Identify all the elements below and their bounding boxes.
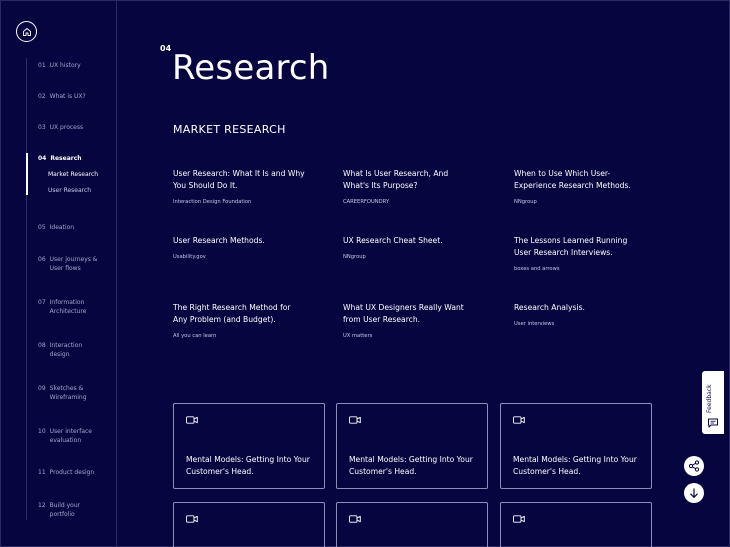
nav-label: Product design: [49, 469, 95, 476]
video-camera-icon: [349, 416, 361, 424]
video-card[interactable]: Mental Models: Getting Into Your Custome…: [173, 403, 325, 489]
article-source: All you can learn: [173, 333, 217, 339]
nav-label: Build your portfolio: [49, 502, 81, 518]
sidebar-item-product-design[interactable]: 11 Product design: [38, 468, 114, 477]
nav-number: 12: [38, 502, 46, 509]
home-button[interactable]: [16, 21, 37, 42]
page-title: Research: [172, 48, 330, 88]
nav-label: Research: [50, 155, 82, 162]
sidebar-item-interaction-design[interactable]: 08 Interaction design: [38, 341, 114, 359]
article-title: The Lessons Learned Running User Researc…: [514, 236, 628, 257]
sidebar-progress-track: [26, 58, 27, 520]
sidebar-item-what-is-ux[interactable]: 02 What is UX?: [38, 92, 114, 101]
video-card[interactable]: [336, 502, 488, 547]
nav-number: 01: [38, 62, 46, 69]
feedback-tab[interactable]: Feedback: [702, 371, 724, 434]
article-link[interactable]: Research Analysis. User interviews: [514, 302, 674, 327]
article-title: User Research: What It Is and Why You Sh…: [173, 169, 305, 190]
article-source: User interviews: [514, 321, 555, 327]
article-link[interactable]: The Lessons Learned Running User Researc…: [514, 235, 674, 272]
nav-label: UX history: [49, 62, 81, 69]
nav-number: 09: [38, 385, 46, 392]
nav-number: 08: [38, 342, 46, 349]
sidebar-item-build-portfolio[interactable]: 12 Build your portfolio: [38, 501, 114, 519]
arrow-down-icon: [690, 488, 698, 499]
nav-number: 04: [38, 155, 47, 162]
home-icon: [22, 27, 31, 36]
article-title: User Research Methods.: [173, 236, 265, 245]
nav-label: Ideation: [49, 224, 75, 231]
feedback-label: Feedback: [706, 384, 713, 413]
article-link[interactable]: User Research Methods. Usability.gov: [173, 235, 333, 260]
sidebar-item-sketches-wireframing[interactable]: 09 Sketches & Wireframing: [38, 384, 114, 402]
article-source: NNgroup: [514, 199, 537, 205]
nav-number: 07: [38, 299, 46, 306]
sidebar-item-research[interactable]: 04 Research: [38, 154, 114, 163]
sidebar-progress-active: [26, 153, 28, 195]
section-subtitle: MARKET RESEARCH: [173, 123, 286, 136]
video-title: Mental Models: Getting Into Your Custome…: [349, 455, 473, 476]
article-source: boxes and arrows: [514, 266, 560, 272]
article-source: CAREERFOUNDRY: [343, 199, 390, 205]
nav-number: 11: [38, 469, 46, 476]
sidebar-item-user-journeys[interactable]: 06 User journeys & User flows: [38, 255, 114, 273]
video-card[interactable]: Mental Models: Getting Into Your Custome…: [500, 403, 652, 489]
nav-number: 06: [38, 256, 46, 263]
video-camera-icon: [513, 416, 525, 424]
video-card[interactable]: Mental Models: Getting Into Your Custome…: [336, 403, 488, 489]
nav-number: 03: [38, 124, 46, 131]
article-source: Usability.gov: [173, 254, 206, 260]
article-title: What Is User Research, And What's Its Pu…: [343, 169, 449, 190]
section-number: 04: [160, 44, 172, 53]
article-link[interactable]: What UX Designers Really Want from User …: [343, 302, 503, 339]
share-icon: [688, 460, 700, 472]
nav-label: Information Architecture: [49, 299, 87, 315]
video-camera-icon: [349, 515, 361, 523]
share-button[interactable]: [684, 456, 704, 476]
sidebar-subitem-market-research[interactable]: Market Research: [48, 171, 98, 178]
article-title: When to Use Which User-Experience Resear…: [514, 169, 631, 190]
article-source: Interaction Design Foundation: [173, 199, 252, 205]
nav-label: UX process: [49, 124, 84, 131]
article-source: UX matters: [343, 333, 373, 339]
sidebar-item-information-architecture[interactable]: 07 Information Architecture: [38, 298, 114, 316]
nav-number: 10: [38, 428, 46, 435]
sidebar-item-ux-process[interactable]: 03 UX process: [38, 123, 114, 132]
sidebar-divider: [116, 0, 117, 547]
article-title: What UX Designers Really Want from User …: [343, 303, 464, 324]
nav-label: Interaction design: [49, 342, 83, 358]
video-camera-icon: [513, 515, 525, 523]
nav-label: User interface evaluation: [49, 428, 92, 444]
nav-label: User journeys & User flows: [49, 256, 98, 272]
article-title: UX Research Cheat Sheet.: [343, 236, 443, 245]
nav-label: What is UX?: [49, 93, 86, 100]
video-camera-icon: [186, 416, 198, 424]
nav-number: 05: [38, 224, 46, 231]
nav-number: 02: [38, 93, 46, 100]
sidebar-item-ideation[interactable]: 05 Ideation: [38, 223, 114, 232]
sidebar-item-user-interface-evaluation[interactable]: 10 User interface evaluation: [38, 427, 114, 445]
video-title: Mental Models: Getting Into Your Custome…: [513, 455, 637, 476]
article-link[interactable]: UX Research Cheat Sheet. NNgroup: [343, 235, 503, 260]
video-card[interactable]: [173, 502, 325, 547]
video-card[interactable]: [500, 502, 652, 547]
article-link[interactable]: User Research: What It Is and Why You Sh…: [173, 168, 333, 205]
sidebar-subitem-user-research[interactable]: User Research: [48, 187, 91, 194]
article-link[interactable]: What Is User Research, And What's Its Pu…: [343, 168, 503, 205]
video-camera-icon: [186, 515, 198, 523]
article-title: Research Analysis.: [514, 303, 585, 312]
chat-bubble-icon: [708, 418, 718, 428]
nav-label: Sketches & Wireframing: [49, 385, 87, 401]
article-source: NNgroup: [343, 254, 366, 260]
scroll-down-button[interactable]: [684, 483, 704, 503]
article-title: The Right Research Method for Any Proble…: [173, 303, 291, 324]
article-link[interactable]: When to Use Which User-Experience Resear…: [514, 168, 674, 205]
article-link[interactable]: The Right Research Method for Any Proble…: [173, 302, 333, 339]
video-title: Mental Models: Getting Into Your Custome…: [186, 455, 310, 476]
sidebar-item-ux-history[interactable]: 01 UX history: [38, 61, 114, 70]
